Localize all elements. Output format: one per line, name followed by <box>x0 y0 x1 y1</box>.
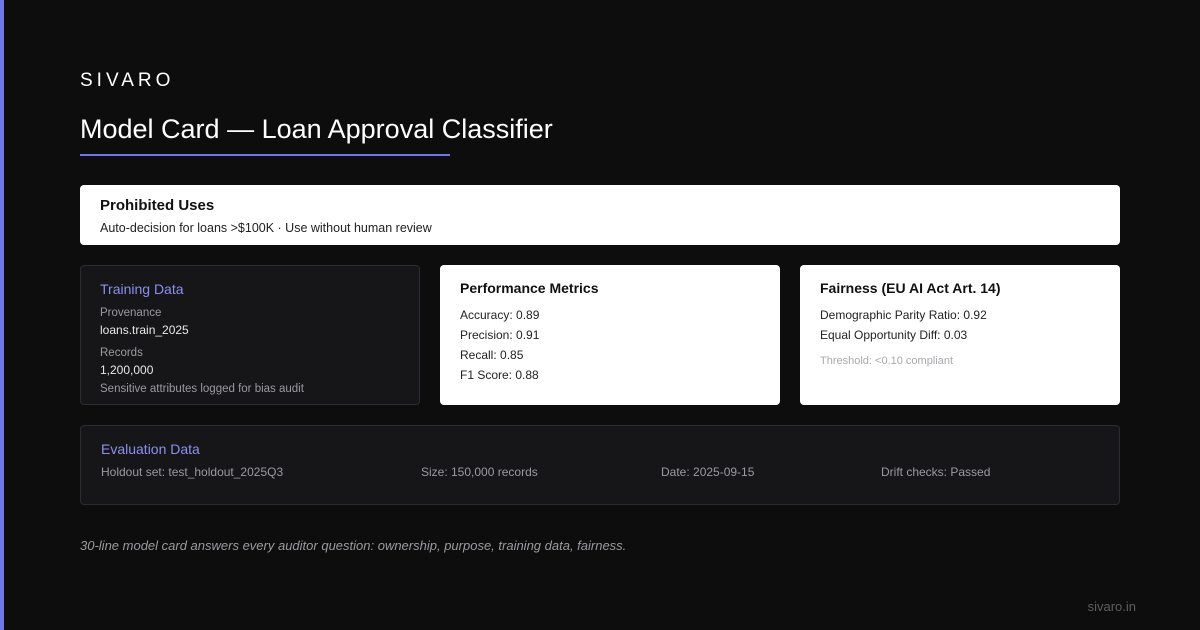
fairness-card: Fairness (EU AI Act Art. 14) Demographic… <box>800 265 1120 405</box>
metric-equal-opportunity: Equal Opportunity Diff: 0.03 <box>820 328 968 342</box>
metric-accuracy: Accuracy: 0.89 <box>460 308 540 322</box>
prohibited-uses-heading: Prohibited Uses <box>100 197 215 214</box>
performance-metrics-heading: Performance Metrics <box>460 280 599 296</box>
metric-recall: Recall: 0.85 <box>460 348 524 362</box>
training-data-card: Training Data Provenance loans.train_202… <box>80 265 420 405</box>
records-label: Records <box>100 347 143 359</box>
fairness-threshold: Threshold: <0.10 compliant <box>820 355 953 367</box>
training-data-note: Sensitive attributes logged for bias aud… <box>100 383 304 395</box>
prohibited-uses-text: Auto-decision for loans >$100K · Use wit… <box>100 221 432 235</box>
metric-precision: Precision: 0.91 <box>460 328 540 342</box>
title-underline <box>80 154 450 156</box>
provenance-label: Provenance <box>100 307 162 319</box>
fairness-heading: Fairness (EU AI Act Art. 14) <box>820 280 1001 296</box>
training-data-heading: Training Data <box>100 281 184 297</box>
provenance-value: loans.train_2025 <box>100 323 189 337</box>
evaluation-holdout: Holdout set: test_holdout_2025Q3 <box>101 465 284 479</box>
prohibited-uses-card: Prohibited Uses Auto-decision for loans … <box>80 185 1120 245</box>
evaluation-data-heading: Evaluation Data <box>101 441 200 457</box>
footer-link[interactable]: sivaro.in <box>1088 599 1136 614</box>
metric-demographic-parity: Demographic Parity Ratio: 0.92 <box>820 308 987 322</box>
evaluation-drift: Drift checks: Passed <box>881 465 991 479</box>
evaluation-data-card: Evaluation Data Holdout set: test_holdou… <box>80 425 1120 505</box>
page-title: Model Card — Loan Approval Classifier <box>80 114 553 144</box>
left-accent-bar <box>0 0 4 630</box>
brand-logo-text: SIVARO <box>80 70 175 91</box>
caption-text: 30-line model card answers every auditor… <box>80 538 627 553</box>
performance-metrics-card: Performance Metrics Accuracy: 0.89 Preci… <box>440 265 780 405</box>
metric-f1-score: F1 Score: 0.88 <box>460 368 539 382</box>
evaluation-date: Date: 2025-09-15 <box>661 465 755 479</box>
records-value: 1,200,000 <box>100 363 154 377</box>
evaluation-size: Size: 150,000 records <box>421 465 538 479</box>
